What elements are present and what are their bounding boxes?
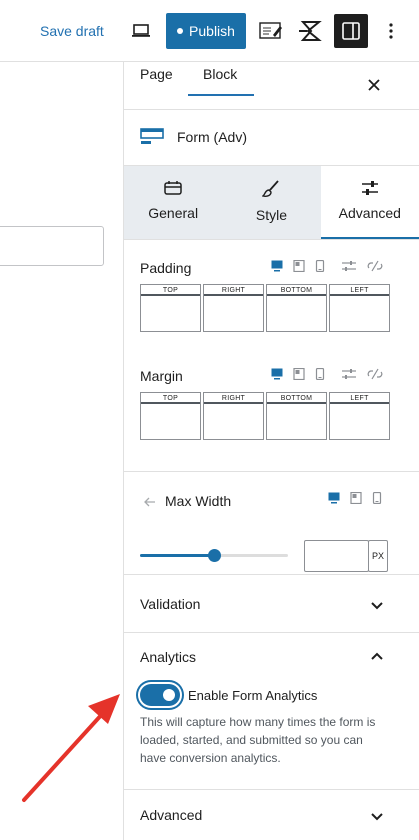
max-width-label: Max Width (165, 493, 232, 509)
desktop-icon[interactable] (328, 492, 340, 504)
padding-top-input[interactable]: TOP (140, 284, 201, 332)
enable-analytics-label: Enable Form Analytics (188, 688, 318, 703)
chevron-down-icon (371, 813, 383, 821)
brush-icon (262, 180, 280, 197)
more-options-icon[interactable] (374, 14, 408, 48)
tab-advanced[interactable]: Advanced (320, 166, 419, 239)
publish-button[interactable]: Publish (166, 13, 246, 49)
max-width-input[interactable] (304, 540, 369, 572)
desktop-preview-icon[interactable] (124, 14, 158, 48)
advanced-panel[interactable]: Advanced (124, 790, 419, 840)
tablet-icon[interactable] (293, 368, 305, 380)
slider-fill (140, 554, 214, 557)
tab-style[interactable]: Style (222, 166, 320, 239)
chevron-down-icon (371, 602, 383, 610)
advanced-title: Advanced (140, 807, 203, 823)
tab-general-label: General (148, 205, 199, 221)
tab-general[interactable]: General (124, 166, 222, 239)
form-block-icon (140, 128, 164, 153)
slider-handle[interactable] (208, 549, 221, 562)
save-draft-button[interactable]: Save draft (40, 23, 104, 39)
spacing-section: Padding TOP RIGHT BOTTOM LEFT Margin TOP… (124, 240, 419, 472)
max-width-slider[interactable] (140, 549, 288, 562)
padding-bottom-input[interactable]: BOTTOM (266, 284, 327, 332)
lightning-icon[interactable] (294, 14, 328, 48)
site-editor-icon[interactable] (254, 14, 288, 48)
reset-icon[interactable] (144, 494, 156, 512)
active-tab-indicator (188, 94, 254, 96)
margin-label: Margin (140, 368, 183, 384)
padding-left-input[interactable]: LEFT (329, 284, 390, 332)
padding-label: Padding (140, 260, 192, 276)
block-name: Form (Adv) (177, 129, 247, 145)
form-field-preview[interactable] (0, 226, 104, 266)
tablet-icon[interactable] (350, 492, 362, 504)
margin-inputs: TOP RIGHT BOTTOM LEFT (140, 392, 390, 440)
padding-inputs: TOP RIGHT BOTTOM LEFT (140, 284, 390, 332)
max-width-section: Max Width PX (124, 472, 419, 575)
block-settings-tabs: General Style Advanced (124, 166, 419, 240)
general-icon (164, 181, 182, 195)
padding-device-icons (271, 260, 383, 272)
tab-advanced-label: Advanced (338, 205, 401, 221)
close-icon (368, 79, 380, 91)
mobile-icon[interactable] (372, 492, 382, 504)
analytics-help-text: This will capture how many times the for… (140, 715, 376, 765)
toggle-knob (163, 689, 175, 701)
margin-right-input[interactable]: RIGHT (203, 392, 264, 440)
validation-title: Validation (140, 596, 201, 612)
margin-device-icons (271, 368, 383, 380)
analytics-panel: Analytics Enable Form Analytics This wil… (124, 633, 419, 790)
chevron-up-icon[interactable] (369, 649, 385, 665)
settings-sidebar: Page Block Form (Adv) General Style Adva… (123, 62, 419, 840)
sliders-small-icon[interactable] (341, 368, 357, 380)
desktop-icon[interactable] (271, 368, 283, 380)
padding-right-input[interactable]: RIGHT (203, 284, 264, 332)
publish-label: Publish (189, 23, 235, 39)
tablet-icon[interactable] (293, 260, 305, 272)
close-sidebar-button[interactable] (365, 76, 383, 94)
mobile-icon[interactable] (315, 260, 325, 272)
enable-analytics-toggle[interactable] (140, 684, 180, 706)
sliders-small-icon[interactable] (341, 260, 357, 272)
tab-block[interactable]: Block (203, 66, 237, 96)
mobile-icon[interactable] (315, 368, 325, 380)
sidebar-tabs: Page Block (124, 62, 419, 110)
status-dot (177, 28, 184, 34)
top-toolbar: Save draft Publish (0, 0, 419, 62)
margin-left-input[interactable]: LEFT (329, 392, 390, 440)
sidebar-toggle-icon[interactable] (334, 14, 368, 48)
margin-bottom-input[interactable]: BOTTOM (266, 392, 327, 440)
analytics-title[interactable]: Analytics (140, 649, 196, 665)
unlink-icon[interactable] (367, 368, 383, 380)
desktop-icon[interactable] (271, 260, 283, 272)
margin-top-input[interactable]: TOP (140, 392, 201, 440)
tab-style-label: Style (255, 207, 288, 223)
validation-panel[interactable]: Validation (124, 575, 419, 633)
unit-selector[interactable]: PX (368, 540, 388, 572)
max-width-device-icons (328, 492, 382, 504)
sliders-icon (361, 181, 378, 195)
unlink-icon[interactable] (367, 260, 383, 272)
block-card: Form (Adv) (124, 110, 419, 166)
tab-page[interactable]: Page (140, 66, 173, 96)
